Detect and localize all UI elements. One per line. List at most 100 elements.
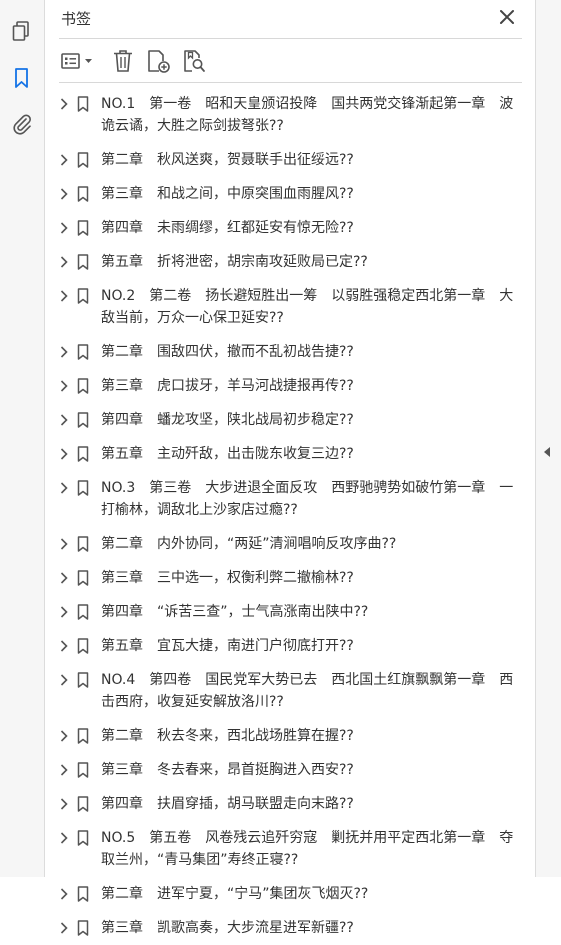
- bookmark-item[interactable]: 第五章 主动歼敌，出击陇东收复三边??: [45, 437, 536, 471]
- bookmark-item[interactable]: 第三章 冬去春来，昂首挺胸进入西安??: [45, 753, 536, 787]
- bookmark-icon: [77, 96, 89, 112]
- bookmark-label: 第四章 未雨绸缪，红都延安有惊无险??: [101, 220, 354, 236]
- bookmark-item[interactable]: 第四章 扶眉穿插，胡马联盟走向末路??: [45, 787, 536, 821]
- chevron-right-icon[interactable]: [59, 887, 69, 901]
- bookmark-icon: [77, 536, 89, 552]
- bookmark-item[interactable]: 第三章 虎口拔牙，羊马河战捷报再传??: [45, 369, 536, 403]
- bookmark-item[interactable]: 第五章 折将泄密，胡宗南攻延败局已定??: [45, 245, 536, 279]
- bookmark-item[interactable]: NO.2 第二卷 扬长避短胜出一筹 以弱胜强稳定西北第一章 大敌当前，万众一心保…: [45, 279, 536, 335]
- bookmark-label: 第五章 宜瓦大捷，南进门户彻底打开??: [101, 638, 354, 654]
- chevron-right-icon[interactable]: [59, 187, 69, 201]
- bookmark-icon: [77, 604, 89, 620]
- chevron-right-icon[interactable]: [59, 537, 69, 551]
- right-rail: [535, 0, 561, 877]
- bookmark-list: NO.1 第一卷 昭和天皇颁诏投降 国共两党交锋渐起第一章 波诡云谲，大胜之际剑…: [45, 87, 536, 945]
- bookmark-item[interactable]: 第四章 “诉苦三查”，士气高涨南出陕中??: [45, 595, 536, 629]
- bookmark-item[interactable]: 第三章 和战之间，中原突围血雨腥风??: [45, 177, 536, 211]
- chevron-right-icon[interactable]: [59, 97, 69, 111]
- bookmark-icon: [77, 570, 89, 586]
- bookmarks-panel: 书签 NO.1 第一卷 昭和天皇颁诏投降 国共两党交锋渐起第一章 波诡云谲，大胜…: [45, 0, 536, 936]
- chevron-right-icon[interactable]: [59, 921, 69, 935]
- chevron-right-icon[interactable]: [59, 153, 69, 167]
- bookmark-icon: [77, 344, 89, 360]
- bookmark-label: 第五章 折将泄密，胡宗南攻延败局已定??: [101, 254, 368, 270]
- bookmark-icon: [77, 638, 89, 654]
- bookmark-item[interactable]: 第五章 宜瓦大捷，南进门户彻底打开??: [45, 629, 536, 663]
- bookmark-icon: [77, 672, 89, 688]
- bookmark-icon: [77, 378, 89, 394]
- header-divider: [59, 38, 522, 39]
- bookmark-icon: [77, 762, 89, 778]
- bookmark-item[interactable]: NO.4 第四卷 国民党军大势已去 西北国土红旗飘飘第一章 西击西府，收复延安解…: [45, 663, 536, 719]
- chevron-right-icon[interactable]: [59, 413, 69, 427]
- chevron-right-icon[interactable]: [59, 639, 69, 653]
- bookmark-item[interactable]: NO.1 第一卷 昭和天皇颁诏投降 国共两党交锋渐起第一章 波诡云谲，大胜之际剑…: [45, 87, 536, 143]
- chevron-right-icon[interactable]: [59, 797, 69, 811]
- bookmark-icon: [77, 830, 89, 846]
- chevron-right-icon[interactable]: [59, 447, 69, 461]
- bookmark-label: 第二章 内外协同，“两延”清涧唱响反攻序曲??: [101, 536, 397, 552]
- bookmark-icon: [77, 446, 89, 462]
- bookmark-icon: [77, 288, 89, 304]
- new-bookmark-button[interactable]: [145, 47, 171, 75]
- options-menu-button[interactable]: [59, 47, 99, 75]
- bookmark-item[interactable]: 第四章 蟠龙攻坚，陕北战局初步稳定??: [45, 403, 536, 437]
- bookmark-icon: [77, 480, 89, 496]
- bookmark-item[interactable]: 第三章 凯歌高奏，大步流星进军新疆??: [45, 911, 536, 945]
- bookmark-icon: [15, 68, 28, 88]
- bookmark-label: 第二章 围敌四伏，撤而不乱初战告捷??: [101, 344, 354, 360]
- bookmark-icon: [77, 220, 89, 236]
- bookmark-label: 第五章 主动歼敌，出击陇东收复三边??: [101, 446, 354, 462]
- bookmark-item[interactable]: NO.3 第三卷 大步进退全面反攻 西野驰骋势如破竹第一章 一打榆林，调敌北上沙…: [45, 471, 536, 527]
- chevron-right-icon[interactable]: [59, 831, 69, 845]
- chevron-right-icon[interactable]: [59, 379, 69, 393]
- paperclip-icon: [13, 114, 31, 135]
- bookmark-label: 第二章 秋风送爽，贺聂联手出征绥远??: [101, 152, 354, 168]
- pages-nav-button[interactable]: [10, 19, 34, 43]
- chevron-right-icon[interactable]: [59, 345, 69, 359]
- bookmark-item[interactable]: 第二章 围敌四伏，撤而不乱初战告捷??: [45, 335, 536, 369]
- bookmark-label: 第三章 三中选一，权衡利弊二撤榆林??: [101, 570, 354, 586]
- bookmark-label: 第二章 进军宁夏，“宁马”集团灰飞烟灭??: [101, 886, 369, 902]
- close-panel-button[interactable]: [497, 7, 517, 27]
- trash-icon: [114, 50, 132, 72]
- bookmark-item[interactable]: 第二章 进军宁夏，“宁马”集团灰飞烟灭??: [45, 877, 536, 911]
- delete-bookmark-button[interactable]: [111, 47, 135, 75]
- chevron-right-icon[interactable]: [59, 763, 69, 777]
- bookmark-label: 第四章 蟠龙攻坚，陕北战局初步稳定??: [101, 412, 354, 428]
- bookmarks-nav-button[interactable]: [10, 66, 34, 90]
- bookmark-search-icon: [184, 50, 205, 72]
- bookmark-item[interactable]: 第三章 三中选一，权衡利弊二撤榆林??: [45, 561, 536, 595]
- chevron-right-icon[interactable]: [59, 289, 69, 303]
- chevron-right-icon[interactable]: [59, 729, 69, 743]
- collapse-panel-arrow-icon[interactable]: [544, 447, 550, 457]
- bookmark-label: 第二章 秋去冬来，西北战场胜算在握??: [101, 728, 354, 744]
- bookmark-icon: [77, 254, 89, 270]
- close-icon: [500, 10, 514, 24]
- bookmark-icon: [77, 886, 89, 902]
- bookmark-item[interactable]: 第四章 未雨绸缪，红都延安有惊无险??: [45, 211, 536, 245]
- bookmark-icon: [77, 152, 89, 168]
- attachments-nav-button[interactable]: [10, 112, 34, 136]
- toolbar-divider: [59, 82, 522, 83]
- bookmark-from-structure-button[interactable]: [181, 47, 207, 75]
- bookmark-item[interactable]: 第二章 内外协同，“两延”清涧唱响反攻序曲??: [45, 527, 536, 561]
- bookmark-item[interactable]: NO.5 第五卷 风卷残云追歼穷寇 剿抚并用平定西北第一章 夺取兰州，“青马集团…: [45, 821, 536, 877]
- bookmark-label: NO.1 第一卷 昭和天皇颁诏投降 国共两党交锋渐起第一章 波诡云谲，大胜之际剑…: [101, 96, 514, 134]
- chevron-right-icon[interactable]: [59, 481, 69, 495]
- navigation-rail: [0, 0, 45, 877]
- chevron-right-icon[interactable]: [59, 605, 69, 619]
- bookmark-item[interactable]: 第二章 秋风送爽，贺聂联手出征绥远??: [45, 143, 536, 177]
- bookmark-item[interactable]: 第二章 秋去冬来，西北战场胜算在握??: [45, 719, 536, 753]
- bookmark-label: 第三章 凯歌高奏，大步流星进军新疆??: [101, 920, 354, 936]
- bookmark-label: 第四章 “诉苦三查”，士气高涨南出陕中??: [101, 604, 369, 620]
- bookmark-icon: [77, 186, 89, 202]
- chevron-right-icon[interactable]: [59, 255, 69, 269]
- chevron-right-icon[interactable]: [59, 571, 69, 585]
- panel-header: 书签: [45, 0, 536, 38]
- chevron-right-icon[interactable]: [59, 221, 69, 235]
- chevron-right-icon[interactable]: [59, 673, 69, 687]
- bookmark-label: 第三章 和战之间，中原突围血雨腥风??: [101, 186, 354, 202]
- bookmark-icon: [77, 796, 89, 812]
- bookmark-label: 第四章 扶眉穿插，胡马联盟走向末路??: [101, 796, 354, 812]
